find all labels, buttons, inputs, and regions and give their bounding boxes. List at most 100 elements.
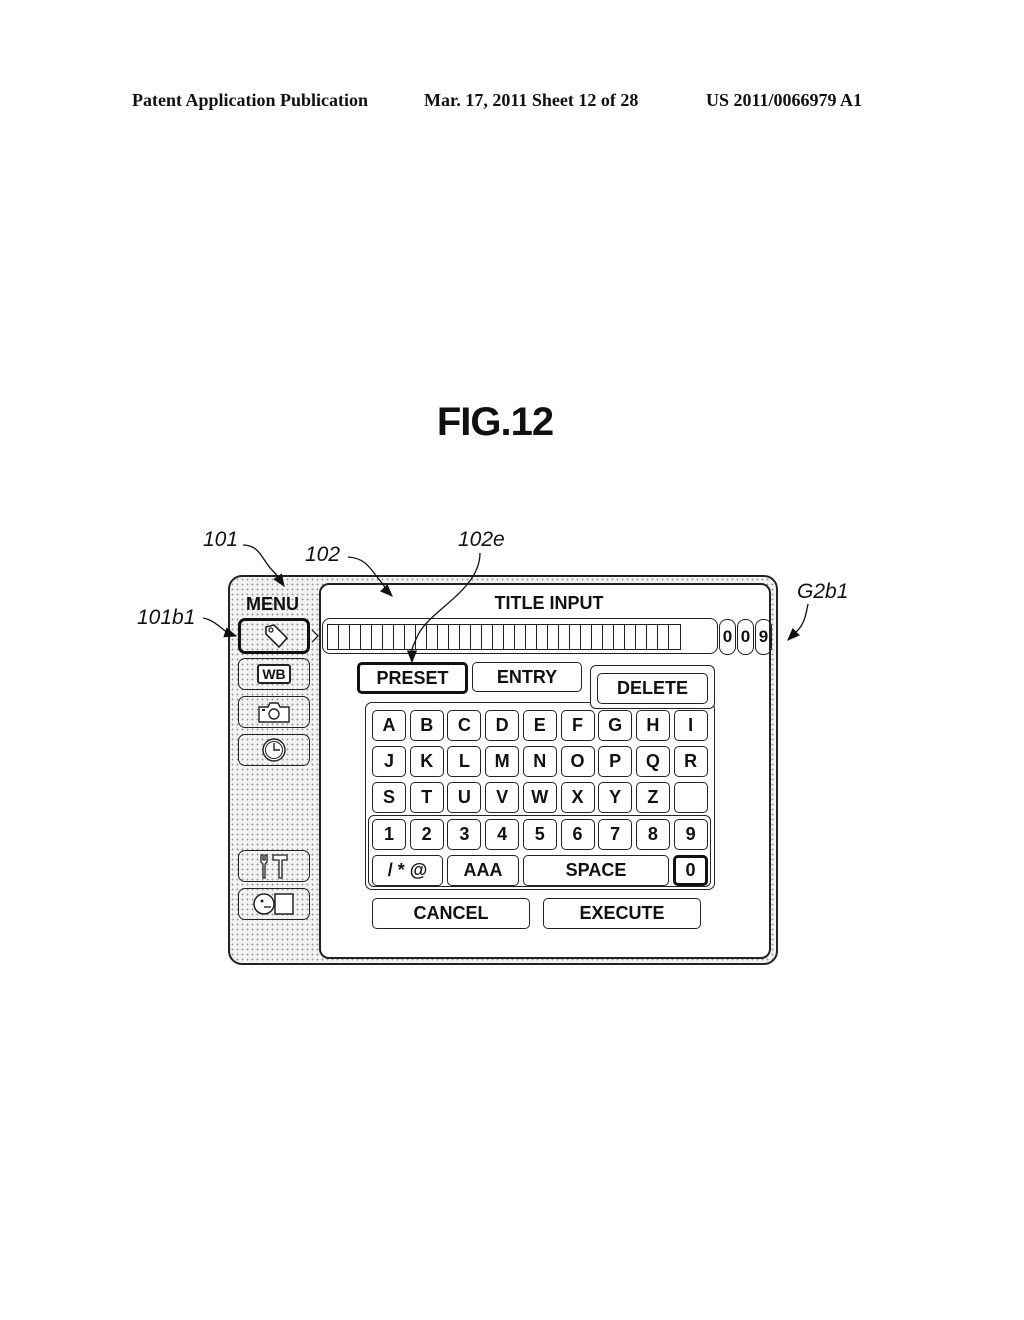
cancel-button[interactable]: CANCEL bbox=[372, 898, 530, 929]
title-cell bbox=[493, 625, 504, 649]
patent-number: US 2011/0066979 A1 bbox=[706, 90, 863, 110]
key-l[interactable]: L bbox=[447, 746, 482, 777]
key-5[interactable]: 5 bbox=[522, 819, 557, 850]
title-cell bbox=[438, 625, 449, 649]
key-r[interactable]: R bbox=[673, 746, 708, 777]
white-balance-icon: WB bbox=[257, 664, 291, 684]
key-1[interactable]: 1 bbox=[372, 819, 406, 850]
key-o[interactable]: O bbox=[560, 746, 595, 777]
key-8[interactable]: 8 bbox=[635, 819, 670, 850]
tag-icon bbox=[265, 624, 289, 649]
title-cell bbox=[614, 625, 625, 649]
menu-button-clock[interactable] bbox=[238, 734, 310, 766]
execute-button[interactable]: EXECUTE bbox=[543, 898, 701, 929]
key-2[interactable]: 2 bbox=[409, 819, 444, 850]
leader-G2b1 bbox=[787, 603, 809, 641]
case-toggle-key[interactable]: AAA bbox=[447, 855, 519, 886]
title-cell bbox=[460, 625, 471, 649]
symbols-key[interactable]: / * @ bbox=[372, 855, 443, 886]
key-n[interactable]: N bbox=[522, 746, 557, 777]
ref-label-screen: G2b1 bbox=[797, 580, 849, 603]
title-cell bbox=[339, 625, 350, 649]
title-cell bbox=[394, 625, 405, 649]
ref-label-panel: 102 bbox=[305, 543, 341, 566]
publication-label: Patent Application Publication bbox=[132, 90, 369, 110]
key-0[interactable]: 0 bbox=[673, 855, 708, 886]
tab-entry[interactable]: ENTRY bbox=[472, 662, 582, 692]
ref-label-menu-button: 101b1 bbox=[137, 606, 196, 629]
title-cell bbox=[449, 625, 460, 649]
title-cell bbox=[328, 625, 339, 649]
figure-title: FIG.12 bbox=[436, 400, 554, 444]
title-cell bbox=[669, 625, 680, 649]
key-y[interactable]: Y bbox=[598, 782, 633, 813]
panel-title: TITLE INPUT bbox=[494, 593, 604, 613]
key-v[interactable]: V bbox=[485, 782, 520, 813]
title-cell bbox=[405, 625, 416, 649]
key-a[interactable]: A bbox=[372, 710, 406, 741]
clock-icon bbox=[262, 738, 286, 762]
face-display-icon bbox=[253, 893, 294, 915]
key-f[interactable]: F bbox=[560, 710, 595, 741]
key-e[interactable]: E bbox=[522, 710, 557, 741]
title-character-cells[interactable] bbox=[327, 624, 681, 650]
key-x[interactable]: X bbox=[560, 782, 595, 813]
key-7[interactable]: 7 bbox=[598, 819, 633, 850]
tab-preset[interactable]: PRESET bbox=[357, 662, 468, 694]
menu-label: MENU bbox=[246, 594, 299, 614]
title-cell bbox=[350, 625, 361, 649]
camera-icon bbox=[258, 702, 290, 723]
key-p[interactable]: P bbox=[598, 746, 633, 777]
title-cell bbox=[647, 625, 658, 649]
key-blank[interactable] bbox=[673, 782, 708, 813]
title-cell bbox=[570, 625, 581, 649]
key-d[interactable]: D bbox=[485, 710, 520, 741]
ref-label-menu-area: 101 bbox=[203, 528, 239, 551]
key-i[interactable]: I bbox=[673, 710, 708, 741]
key-4[interactable]: 4 bbox=[485, 819, 520, 850]
key-b[interactable]: B bbox=[409, 710, 444, 741]
title-cell bbox=[504, 625, 515, 649]
char-counter-digit: 9 bbox=[755, 619, 772, 655]
menu-button-title[interactable] bbox=[238, 618, 310, 654]
title-cell bbox=[625, 625, 636, 649]
key-u[interactable]: U bbox=[447, 782, 482, 813]
key-g[interactable]: G bbox=[598, 710, 633, 741]
menu-button-white-balance[interactable]: WB bbox=[238, 658, 310, 690]
key-9[interactable]: 9 bbox=[673, 819, 708, 850]
key-q[interactable]: Q bbox=[635, 746, 670, 777]
key-w[interactable]: W bbox=[522, 782, 557, 813]
title-cell bbox=[471, 625, 482, 649]
title-cell bbox=[416, 625, 427, 649]
key-c[interactable]: C bbox=[447, 710, 482, 741]
key-3[interactable]: 3 bbox=[447, 819, 482, 850]
title-cell bbox=[658, 625, 669, 649]
title-cell bbox=[603, 625, 614, 649]
delete-button[interactable]: DELETE bbox=[597, 673, 708, 704]
space-key[interactable]: SPACE bbox=[523, 855, 669, 886]
title-cell bbox=[559, 625, 570, 649]
key-j[interactable]: J bbox=[372, 746, 406, 777]
title-cell bbox=[581, 625, 592, 649]
tools-icon bbox=[260, 854, 288, 879]
key-s[interactable]: S bbox=[372, 782, 406, 813]
key-m[interactable]: M bbox=[485, 746, 520, 777]
key-h[interactable]: H bbox=[635, 710, 670, 741]
char-counter-digit: 0 bbox=[719, 619, 736, 655]
menu-button-camera[interactable] bbox=[238, 696, 310, 728]
key-6[interactable]: 6 bbox=[560, 819, 595, 850]
char-counter-digit: 0 bbox=[737, 619, 754, 655]
title-cell bbox=[427, 625, 438, 649]
title-cell bbox=[482, 625, 493, 649]
ref-label-preset-pointer: 102e bbox=[458, 528, 505, 551]
key-t[interactable]: T bbox=[409, 782, 444, 813]
title-cell bbox=[526, 625, 537, 649]
title-cell bbox=[361, 625, 372, 649]
title-cell bbox=[537, 625, 548, 649]
title-cell bbox=[636, 625, 647, 649]
key-k[interactable]: K bbox=[409, 746, 444, 777]
title-cell bbox=[592, 625, 603, 649]
key-z[interactable]: Z bbox=[635, 782, 670, 813]
menu-button-settings[interactable] bbox=[238, 850, 310, 882]
menu-button-display[interactable] bbox=[238, 888, 310, 920]
